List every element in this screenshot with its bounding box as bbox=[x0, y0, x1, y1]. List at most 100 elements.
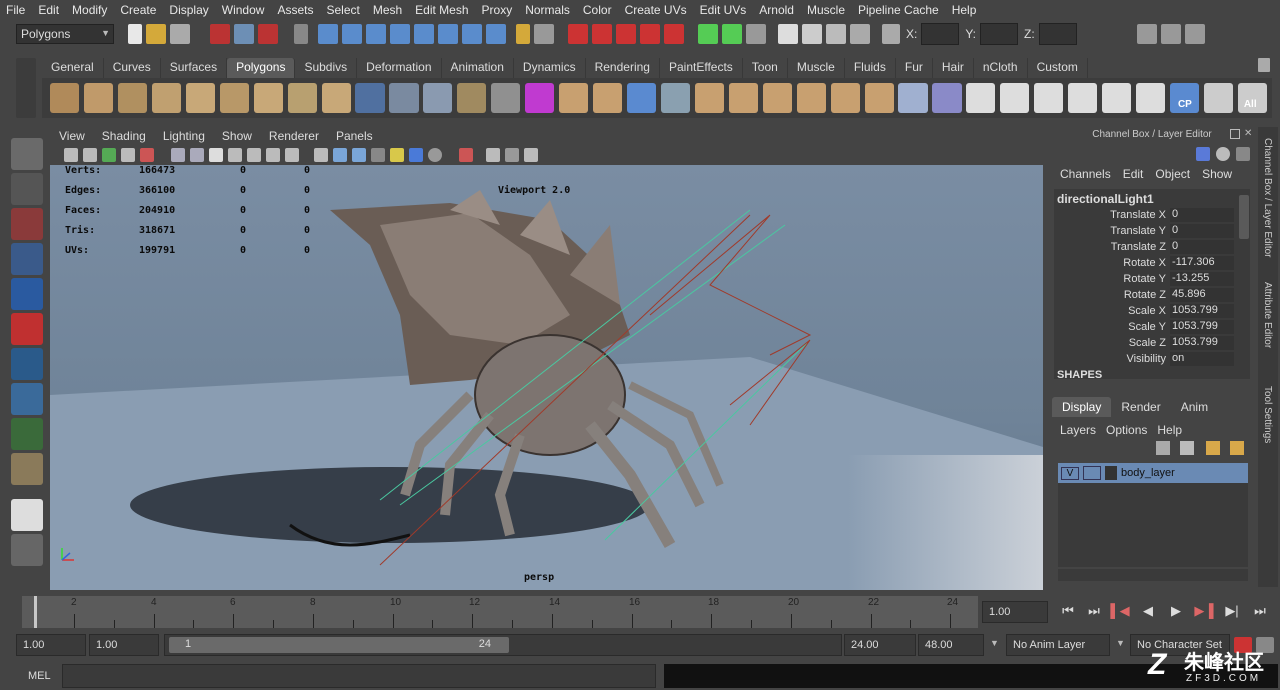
shelf-tab-hair[interactable]: Hair bbox=[933, 58, 974, 78]
open-scene-icon[interactable] bbox=[146, 24, 166, 44]
shelf-cp-icon[interactable]: CP bbox=[1169, 83, 1200, 113]
shelf-tab-surfaces[interactable]: Surfaces bbox=[161, 58, 228, 78]
channel-menu-object[interactable]: Object bbox=[1155, 167, 1190, 181]
menu-file[interactable]: File bbox=[6, 3, 25, 17]
sidebar-toggle-icon-3[interactable] bbox=[1184, 24, 1205, 44]
xray-icon[interactable] bbox=[486, 148, 500, 162]
shelf-prism-icon[interactable] bbox=[253, 83, 283, 113]
playback-end-field[interactable]: 24.00 bbox=[844, 634, 916, 656]
shelf-make-hole-icon[interactable] bbox=[593, 83, 623, 113]
menu-window[interactable]: Window bbox=[222, 3, 265, 17]
shapes-header[interactable]: SHAPES bbox=[1054, 367, 1238, 381]
panel-menu-shading[interactable]: Shading bbox=[102, 129, 146, 143]
render-settings-icon[interactable] bbox=[826, 24, 846, 44]
command-input[interactable] bbox=[62, 664, 656, 688]
new-layer-anim-icon[interactable] bbox=[1206, 441, 1220, 455]
magnet-icon-3[interactable] bbox=[616, 24, 636, 44]
shelf-handle[interactable] bbox=[16, 58, 36, 118]
layer-tab-render[interactable]: Render bbox=[1111, 397, 1170, 417]
menu-normals[interactable]: Normals bbox=[525, 3, 570, 17]
shelf-extrude-edge-icon[interactable] bbox=[762, 83, 792, 113]
menu-select[interactable]: Select bbox=[326, 3, 359, 17]
shelf-cube-icon[interactable] bbox=[83, 83, 114, 113]
side-tab-attribute-editor[interactable]: Attribute Editor bbox=[1262, 282, 1273, 348]
select-component-icon[interactable] bbox=[258, 24, 278, 44]
shelf-checker-icon[interactable] bbox=[1136, 83, 1166, 113]
snap-surface-icon[interactable] bbox=[414, 24, 434, 44]
magnet-icon-5[interactable] bbox=[664, 24, 684, 44]
menu-mesh[interactable]: Mesh bbox=[373, 3, 402, 17]
lock-selection-icon[interactable] bbox=[294, 24, 308, 44]
range-slider[interactable]: 1 24 bbox=[164, 634, 842, 656]
bookmark-icon[interactable] bbox=[102, 148, 116, 162]
move-tool-icon[interactable] bbox=[11, 243, 43, 275]
float-panel-icon[interactable] bbox=[1230, 129, 1240, 139]
attribute-row[interactable]: Rotate Y -13.255 bbox=[1054, 271, 1238, 287]
construction-history-icon[interactable] bbox=[534, 24, 554, 44]
render-region-icon[interactable] bbox=[746, 24, 766, 44]
attribute-row[interactable]: Scale Y 1053.799 bbox=[1054, 319, 1238, 335]
channel-menu-edit[interactable]: Edit bbox=[1123, 167, 1144, 181]
magnet-icon-4[interactable] bbox=[640, 24, 660, 44]
shelf-planar-uv-icon[interactable] bbox=[966, 83, 996, 113]
shelf-wedge-icon[interactable] bbox=[830, 83, 860, 113]
attribute-name[interactable]: Visibility bbox=[1054, 353, 1170, 365]
new-scene-icon[interactable] bbox=[128, 24, 142, 44]
attribute-value[interactable]: 45.896 bbox=[1170, 288, 1234, 302]
textured-icon[interactable] bbox=[371, 148, 385, 162]
universal-manip-icon[interactable] bbox=[11, 348, 43, 380]
attribute-name[interactable]: Scale X bbox=[1054, 305, 1170, 317]
perspective-viewport[interactable]: Verts: 166473 0 0 Edges: 366100 0 0 Faces: 204910… bbox=[50, 165, 1043, 590]
mel-label[interactable]: MEL bbox=[28, 670, 51, 682]
output-icon[interactable] bbox=[722, 24, 742, 44]
save-scene-icon[interactable] bbox=[170, 24, 190, 44]
layer-tab-anim[interactable]: Anim bbox=[1171, 397, 1218, 417]
shelf-sphere-icon[interactable] bbox=[50, 83, 80, 113]
current-frame-field[interactable]: 1.00 bbox=[982, 601, 1048, 623]
panel-menu-panels[interactable]: Panels bbox=[336, 129, 373, 143]
help-icon[interactable] bbox=[486, 24, 506, 44]
attribute-row[interactable]: Translate X0 bbox=[1054, 207, 1238, 223]
attribute-row[interactable]: Scale X 1053.799 bbox=[1054, 303, 1238, 319]
menu-modify[interactable]: Modify bbox=[72, 3, 107, 17]
attribute-name[interactable]: Translate Y bbox=[1054, 225, 1170, 237]
select-tool-icon[interactable] bbox=[11, 138, 43, 170]
axis-display-icon[interactable] bbox=[1196, 147, 1210, 161]
shelf-collapse-icon[interactable] bbox=[864, 83, 894, 113]
field-chart-icon[interactable] bbox=[247, 148, 261, 162]
step-forward-key-icon[interactable]: ▶| bbox=[1222, 603, 1242, 623]
play-backwards-icon[interactable]: ◀ bbox=[1138, 603, 1158, 623]
menu-display[interactable]: Display bbox=[169, 3, 208, 17]
shelf-split-poly-icon[interactable] bbox=[694, 83, 724, 113]
menu-create[interactable]: Create bbox=[120, 3, 156, 17]
shelf-tab-fur[interactable]: Fur bbox=[896, 58, 933, 78]
menu-edit[interactable]: Edit bbox=[38, 3, 59, 17]
shelf-scroll-down[interactable]: ▼ bbox=[1256, 100, 1268, 114]
layer-name[interactable]: body_layer bbox=[1121, 467, 1175, 479]
show-manip-icon[interactable] bbox=[11, 418, 43, 450]
shelf-crease-icon[interactable] bbox=[1203, 83, 1234, 113]
shelf-tab-rendering[interactable]: Rendering bbox=[586, 58, 660, 78]
camera-attrs-icon[interactable] bbox=[83, 148, 97, 162]
layer-menu-options[interactable]: Options bbox=[1106, 423, 1147, 437]
select-hierarchy-icon[interactable] bbox=[210, 24, 230, 44]
step-back-frame-icon[interactable]: ▌◀ bbox=[1110, 603, 1130, 623]
magnet-icon-1[interactable] bbox=[568, 24, 588, 44]
shelf-separate-icon[interactable] bbox=[389, 83, 419, 113]
play-forwards-icon[interactable]: ▶ bbox=[1166, 603, 1186, 623]
2d-pan-icon[interactable] bbox=[140, 148, 154, 162]
snap-curve-icon[interactable] bbox=[342, 24, 362, 44]
rotate-tool-icon[interactable] bbox=[11, 278, 43, 310]
shelf-torus-icon[interactable] bbox=[219, 83, 249, 113]
shelf-bevel-icon[interactable] bbox=[626, 83, 657, 113]
attribute-name[interactable]: Rotate X bbox=[1054, 257, 1170, 269]
step-forward-frame-icon[interactable]: ▶▐ bbox=[1194, 603, 1214, 623]
attribute-value[interactable]: 1053.799 bbox=[1170, 304, 1234, 318]
attribute-name[interactable]: Translate Z bbox=[1054, 241, 1170, 253]
new-layer-icon[interactable] bbox=[1156, 441, 1170, 455]
z-field[interactable] bbox=[1038, 23, 1077, 45]
shelf-reduce-icon[interactable] bbox=[491, 83, 521, 113]
xray-joints-icon[interactable] bbox=[505, 148, 519, 162]
shelf-cylinder-icon[interactable] bbox=[117, 83, 148, 113]
menu-muscle[interactable]: Muscle bbox=[807, 3, 845, 17]
